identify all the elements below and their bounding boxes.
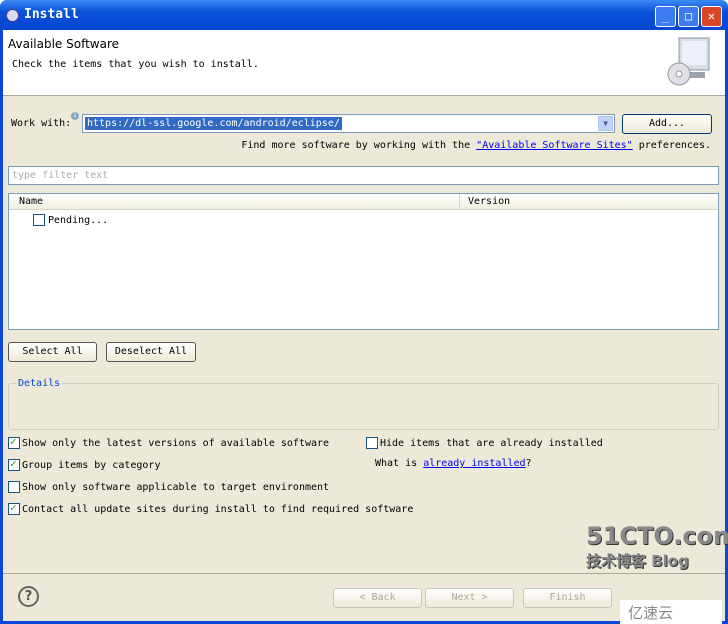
tree-item[interactable]: Pending... (33, 214, 108, 226)
work-with-label: Work with: (11, 118, 72, 129)
details-label: Details (16, 378, 63, 389)
option-label: Show only the latest versions of availab… (22, 437, 330, 449)
watermark-sub: 技术博客 Blog (586, 552, 689, 570)
dialog-header: Available Software Check the items that … (3, 30, 725, 96)
maximize-button[interactable]: □ (678, 6, 699, 27)
option-contact-update-sites[interactable]: Contact all update sites during install … (8, 501, 414, 515)
option-label: Hide items that are already installed (380, 437, 603, 449)
eclipse-icon (6, 9, 19, 22)
window-title: Install (24, 7, 79, 22)
hint-text-end: preferences. (638, 140, 711, 151)
available-sites-hint: Find more software by working with the "… (241, 140, 711, 151)
close-button[interactable]: ✕ (701, 6, 722, 27)
column-version[interactable]: Version (459, 194, 510, 210)
what-is-installed: What is already installed? (375, 458, 532, 469)
checkbox[interactable] (8, 435, 20, 449)
chevron-down-icon[interactable]: ▼ (598, 116, 613, 131)
checkbox[interactable] (8, 501, 20, 515)
option-label: Contact all update sites during install … (22, 503, 414, 515)
corner-watermark: 亿速云 (620, 600, 722, 624)
install-window: Install _ □ ✕ Available Software Check t… (0, 0, 728, 624)
available-software-sites-link[interactable]: "Available Software Sites" (476, 140, 633, 151)
footer-separator (3, 573, 725, 574)
minimize-button[interactable]: _ (655, 6, 676, 27)
finish-button[interactable]: Finish (523, 588, 612, 608)
title-bar[interactable]: Install _ □ ✕ (0, 0, 728, 30)
software-tree[interactable]: Name Version Pending... (8, 193, 719, 330)
help-icon[interactable]: ? (18, 586, 39, 607)
watermark-main: 51CTO.com (586, 522, 728, 550)
install-monitor-icon (667, 37, 710, 86)
question-mark: ? (525, 458, 532, 469)
checkbox[interactable] (8, 481, 20, 493)
work-with-combo[interactable]: https://dl-ssl.google.com/android/eclips… (82, 114, 615, 133)
option-group-by-category[interactable]: Group items by category (8, 457, 161, 471)
what-is-text: What is (375, 458, 418, 469)
tree-item-label: Pending... (48, 214, 109, 226)
tree-header: Name Version (9, 194, 718, 210)
option-hide-installed[interactable]: Hide items that are already installed (366, 437, 603, 449)
select-all-button[interactable]: Select All (8, 342, 97, 362)
tree-item-checkbox[interactable] (33, 214, 45, 226)
page-subtitle: Check the items that you wish to install… (12, 59, 259, 70)
checkbox[interactable] (8, 457, 20, 471)
details-group: Details (8, 378, 719, 430)
watermark-logo: 51CTO.com 技术博客 Blog (586, 522, 728, 571)
already-installed-link[interactable]: already installed (423, 458, 525, 469)
option-latest-versions[interactable]: Show only the latest versions of availab… (8, 435, 330, 449)
column-name[interactable]: Name (19, 196, 43, 207)
add-button[interactable]: Add... (622, 114, 712, 134)
checkbox[interactable] (366, 437, 378, 449)
next-button[interactable]: Next > (425, 588, 514, 608)
back-button[interactable]: < Back (333, 588, 422, 608)
work-with-value: https://dl-ssl.google.com/android/eclips… (85, 117, 342, 130)
option-label: Show only software applicable to target … (22, 481, 330, 493)
deselect-all-button[interactable]: Deselect All (106, 342, 196, 362)
info-icon: i (71, 112, 79, 120)
option-label: Group items by category (22, 459, 161, 471)
option-target-environment[interactable]: Show only software applicable to target … (8, 481, 329, 493)
page-title: Available Software (8, 37, 120, 51)
hint-text: Find more software by working with the (241, 140, 471, 151)
filter-input[interactable]: type filter text (8, 166, 719, 185)
